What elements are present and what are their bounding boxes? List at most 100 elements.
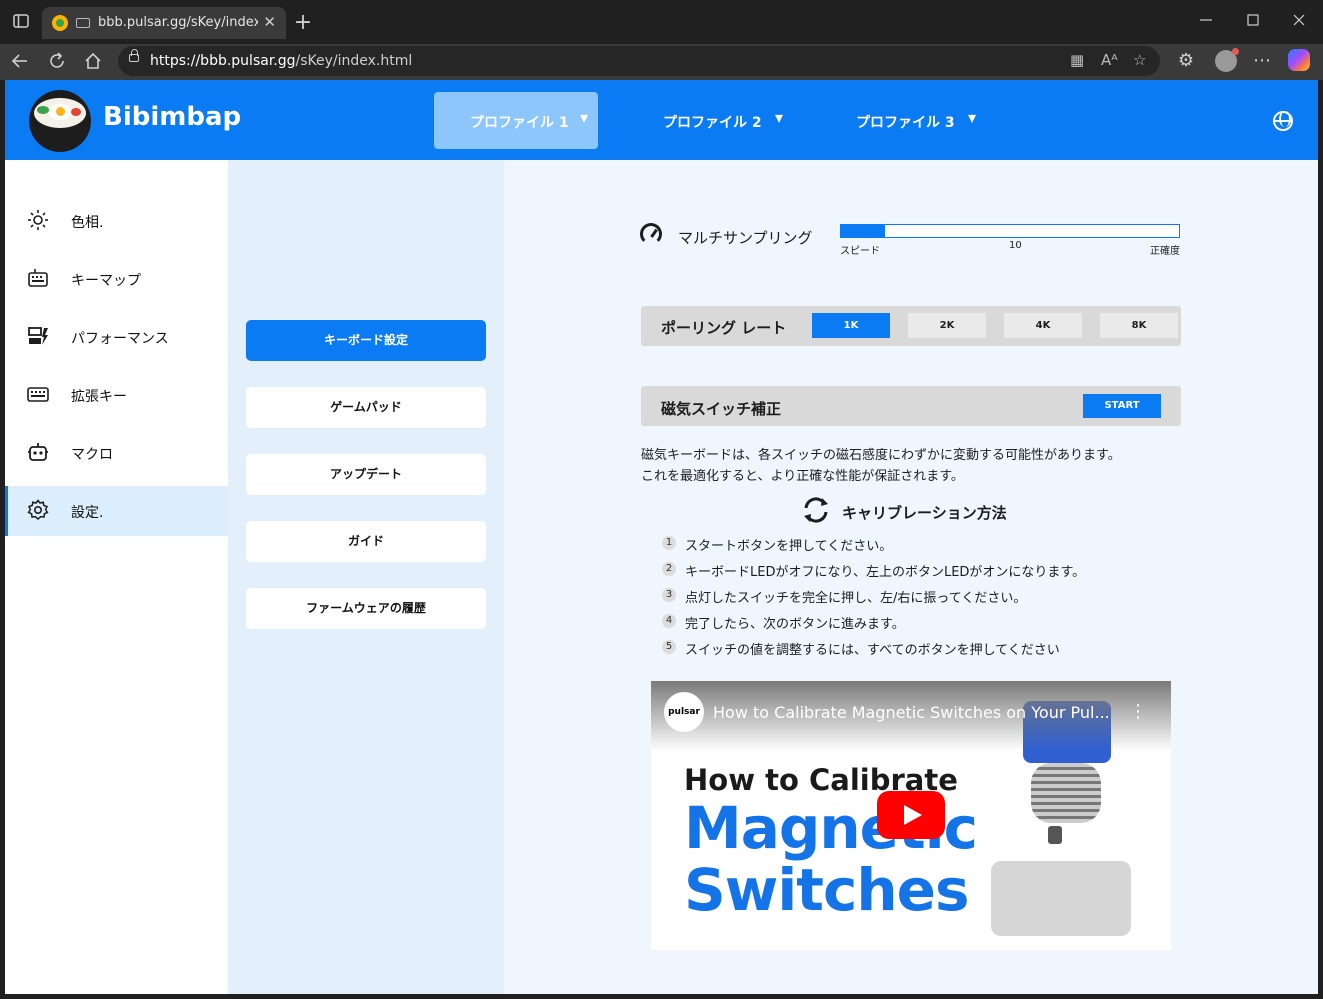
play-button-icon[interactable] [877, 791, 945, 839]
slider-value: 10 [1009, 240, 1022, 251]
apps-icon[interactable]: ▦ [1070, 51, 1084, 69]
profile-tab-label: プロファイル 1 [470, 115, 569, 131]
sync-icon [801, 495, 831, 529]
window-close-icon[interactable] [1291, 12, 1313, 32]
sidebar-item-label: パフォーマンス [71, 331, 169, 347]
slider-min-label: スピード [840, 246, 880, 257]
extended-key-icon [27, 383, 49, 405]
url-host: https://bbb.pulsar.gg [150, 53, 296, 69]
maximize-icon[interactable] [1245, 12, 1267, 32]
profile-avatar[interactable] [1215, 48, 1239, 72]
read-aloud-icon[interactable]: Aᴬ [1101, 51, 1118, 69]
tab-profile-2[interactable]: プロファイル 2 ▾ [627, 92, 791, 149]
switch-magnet-image [1048, 826, 1062, 844]
step-text: 完了したら、次のボタンに進みます。 [685, 617, 905, 632]
polling-1k-button[interactable]: 1K [812, 313, 890, 338]
thumbnail-heading-3: Switches [684, 856, 969, 924]
language-globe-icon[interactable] [1273, 111, 1293, 131]
sidebar-item-label: キーマップ [71, 273, 141, 289]
chevron-down-icon[interactable]: ▾ [775, 108, 783, 127]
submenu-update-button[interactable]: アップデート [246, 454, 486, 495]
address-bar[interactable]: https://bbb.pulsar.gg/sKey/index.html ▦ … [118, 46, 1160, 76]
tab-profile-1[interactable]: プロファイル 1 ▾ [434, 92, 598, 149]
switch-spring-image [1031, 763, 1101, 823]
profile-tab-label: プロファイル 3 [856, 115, 955, 131]
polling-4k-button[interactable]: 4K [1004, 313, 1082, 338]
step-number: 5 [662, 640, 676, 654]
polling-rate-panel: ポーリング レート 1K 2K 4K 8K [641, 306, 1181, 346]
submenu-gamepad-button[interactable]: ゲームパッド [246, 387, 486, 428]
sidebar-item-label: 拡張キー [71, 389, 127, 405]
home-icon[interactable] [83, 51, 103, 75]
step-number: 1 [662, 536, 676, 550]
speedometer-icon [640, 223, 662, 245]
step-text: 点灯したスイッチを完全に押し、左/右に振ってください。 [685, 591, 1027, 606]
multisampling-label: マルチサンプリング [678, 229, 813, 247]
calibration-panel: 磁気スイッチ補正 START [641, 386, 1181, 426]
app-window: Bibimbap プロファイル 1 ▾ プロファイル 2 ▾ プロファイル 3 … [5, 80, 1318, 994]
more-icon[interactable]: ⋯ [1252, 50, 1272, 71]
performance-icon [27, 325, 49, 347]
step-text: キーボードLEDがオフになり、左上のボタンLEDがオンになります。 [685, 565, 1086, 580]
submenu-firmware-history-button[interactable]: ファームウェアの履歴 [246, 588, 486, 629]
sidebar-item-performance[interactable]: パフォーマンス [5, 312, 228, 362]
tab-close-icon[interactable]: ✕ [263, 13, 276, 31]
settings-submenu: キーボード設定 ゲームパッド アップデート ガイド ファームウェアの履歴 [228, 160, 504, 994]
refresh-icon[interactable] [47, 51, 67, 75]
step-number: 4 [662, 614, 676, 628]
slider-fill [841, 225, 885, 237]
favorite-icon[interactable]: ☆ [1133, 51, 1146, 69]
calibration-label: 磁気スイッチ補正 [661, 400, 782, 418]
channel-avatar[interactable]: pulsar [664, 692, 704, 732]
sidebar-item-keymap[interactable]: キーマップ [5, 254, 228, 304]
polling-rate-label: ポーリング レート [661, 319, 787, 337]
tab-title: bbb.pulsar.gg/sKey/index.htm [98, 15, 258, 30]
step-text: スタートボタンを押してください。 [685, 539, 893, 554]
bibimbap-logo [29, 90, 91, 152]
back-icon[interactable] [10, 51, 30, 75]
app-header: Bibimbap プロファイル 1 ▾ プロファイル 2 ▾ プロファイル 3 … [5, 80, 1318, 160]
minimize-icon[interactable] [1198, 12, 1220, 32]
sidebar-item-label: マクロ [71, 447, 113, 463]
calibration-desc-line-1: 磁気キーボードは、各スイッチの磁石感度にわずかに変動する可能性があります。 [641, 448, 1121, 463]
calibration-desc-line-2: これを最適化すると、より正確な性能が保証されます。 [641, 469, 964, 484]
chevron-down-icon[interactable]: ▾ [968, 108, 976, 127]
calibration-howto-title: キャリブレーション方法 [842, 504, 1007, 522]
sidebar-item-macro[interactable]: マクロ [5, 428, 228, 478]
video-title[interactable]: How to Calibrate Magnetic Switches on Yo… [713, 703, 1113, 722]
url-path: /sKey/index.html [295, 53, 413, 69]
new-tab-icon[interactable]: + [292, 10, 314, 35]
sidebar-toggle-icon[interactable] [10, 12, 32, 32]
step-text: スイッチの値を調整するには、すべてのボタンを押してください [685, 643, 1060, 658]
sidebar-item-hue[interactable]: 色相. [5, 196, 228, 246]
slider-max-label: 正確度 [1150, 246, 1180, 257]
site-favicon-icon [52, 15, 68, 31]
copilot-icon[interactable] [1288, 49, 1310, 71]
polling-8k-button[interactable]: 8K [1100, 313, 1178, 338]
multisampling-slider[interactable] [840, 224, 1180, 238]
polling-2k-button[interactable]: 2K [908, 313, 986, 338]
lock-icon[interactable] [129, 49, 139, 62]
more-vertical-icon[interactable]: ⋮ [1129, 701, 1147, 722]
profile-tab-label: プロファイル 2 [663, 115, 762, 131]
brand-name: Bibimbap [103, 102, 242, 132]
page-icon [76, 18, 90, 28]
tab-profile-3[interactable]: プロファイル 3 ▾ [820, 92, 984, 149]
submenu-guide-button[interactable]: ガイド [246, 521, 486, 562]
sun-icon [27, 209, 49, 231]
sidebar-item-settings[interactable]: 設定. [5, 486, 228, 536]
calibration-start-button[interactable]: START [1083, 394, 1161, 418]
sidebar: 色相. キーマップ パフォーマンス 拡張キー マクロ 設定. [5, 160, 228, 994]
sidebar-item-extended-key[interactable]: 拡張キー [5, 370, 228, 420]
switch-housing-image [991, 861, 1131, 936]
youtube-video-embed[interactable]: pulsar How to Calibrate Magnetic Switche… [651, 681, 1171, 950]
step-number: 2 [662, 562, 676, 576]
keyboard-icon [27, 267, 49, 289]
extensions-icon[interactable]: ⚙ [1176, 50, 1196, 71]
robot-icon [27, 441, 49, 463]
chevron-down-icon[interactable]: ▾ [580, 108, 588, 127]
submenu-keyboard-settings-button[interactable]: キーボード設定 [246, 320, 486, 361]
gear-icon [27, 499, 49, 521]
browser-tab[interactable]: bbb.pulsar.gg/sKey/index.htm ✕ [42, 7, 286, 39]
sidebar-item-label: 設定. [71, 505, 104, 521]
